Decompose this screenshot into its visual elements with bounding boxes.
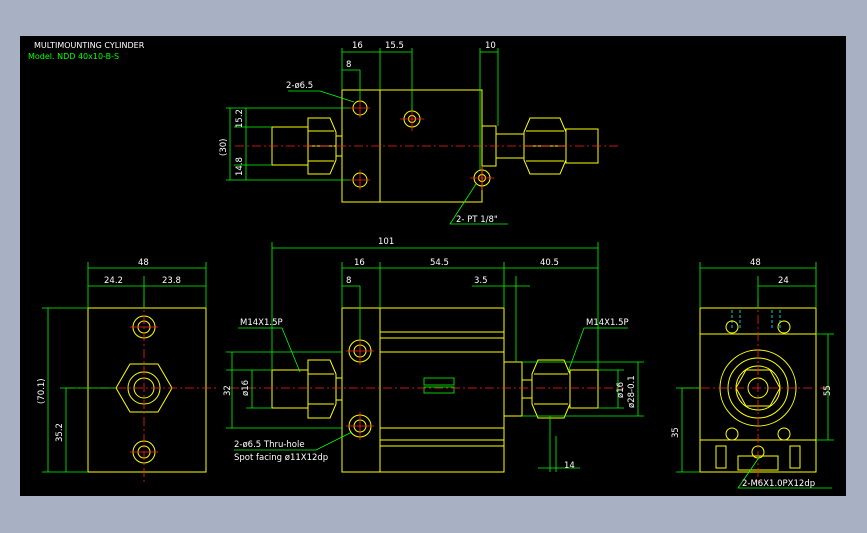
right-tap-note: 2-M6X1.0PX12dp	[742, 479, 815, 489]
left-dim-23-8: 23.8	[162, 276, 181, 286]
front-dim-8: 8	[346, 276, 351, 286]
left-dim-35-2: 35.2	[55, 423, 65, 442]
front-dim-16-right: ø16	[616, 382, 626, 398]
drawing-canvas: MULTIMOUNTING CYLINDER Model. NDD 40x10-…	[20, 36, 846, 496]
front-body-outline	[341, 307, 505, 473]
front-dim-28: ø28-0.1	[627, 375, 637, 408]
front-thread-left: M14X1.5P	[240, 318, 283, 328]
technical-drawing: MULTIMOUNTING CYLINDER Model. NDD 40x10-…	[28, 41, 834, 489]
drawing-title: MULTIMOUNTING CYLINDER	[34, 41, 145, 50]
model-number: Model. NDD 40x10-B-S	[28, 52, 119, 61]
left-view: 48 24.2 23.8 (70.1) 35.2	[37, 258, 216, 482]
front-dim-54-5: 54.5	[430, 258, 449, 268]
top-dim-8: 8	[346, 60, 351, 70]
front-dim-40-5: 40.5	[540, 258, 559, 268]
top-dim-30: (30)	[219, 139, 229, 156]
left-dim-70-1: (70.1)	[37, 378, 47, 404]
front-spot-note: Spot facing ø11X12dp	[234, 453, 328, 463]
right-dim-55: 55	[823, 385, 833, 396]
front-dim-16-left: ø16	[241, 380, 251, 396]
top-dim-10: 10	[485, 41, 496, 51]
right-dim-24: 24	[778, 276, 789, 286]
front-dim-14: 14	[564, 461, 575, 471]
top-view: 16 15.5 10 8 15.2 14.8 (30) 2-ø6.5 2- PT…	[219, 41, 620, 225]
front-dim-16: 16	[354, 258, 365, 268]
top-dim-15-5: 15.5	[385, 41, 404, 51]
left-dim-24-2: 24.2	[104, 276, 123, 286]
right-dim-48: 48	[750, 258, 761, 268]
right-view: 48 24 55 35 2-M6X1.0PX12dp	[671, 258, 834, 489]
top-dim-16: 16	[352, 41, 363, 51]
top-dim-15-2: 15.2	[235, 109, 245, 128]
top-port-note: 2- PT 1/8"	[456, 215, 498, 225]
front-view: 101 16 54.5 40.5 8 3.5 M14X1.5P M14X1.5P…	[223, 237, 644, 473]
front-dim-3-5: 3.5	[474, 276, 488, 286]
right-dim-35: 35	[671, 427, 681, 438]
front-dim-101: 101	[378, 237, 394, 247]
front-thread-right: M14X1.5P	[586, 318, 629, 328]
front-dim-32: 32	[223, 385, 233, 396]
left-dim-48: 48	[138, 258, 149, 268]
top-dim-14-8: 14.8	[235, 157, 245, 176]
front-hole-note: 2-ø6.5 Thru-hole	[234, 440, 305, 450]
top-hole-note: 2-ø6.5	[286, 81, 313, 91]
